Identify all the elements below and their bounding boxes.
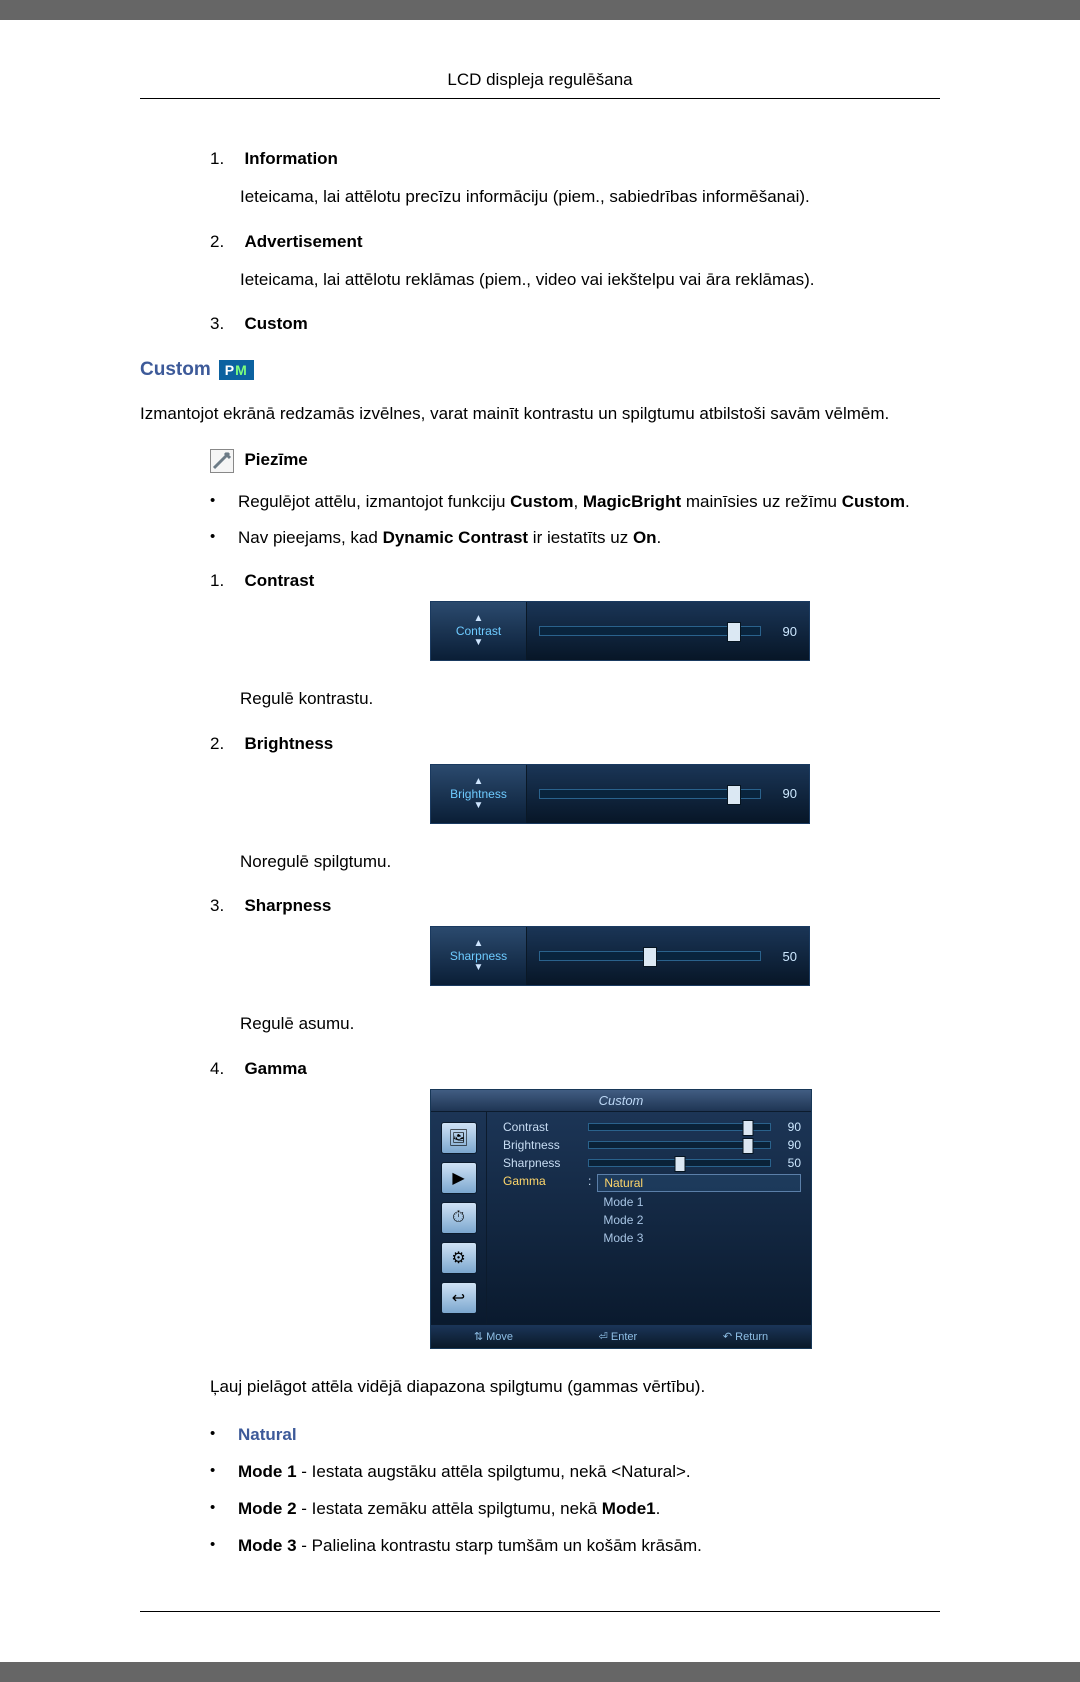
control-row: 2. Brightness ▲ Brightness ▼ 90 Noregulē… — [210, 734, 940, 875]
document-page: LCD displeja regulēšana 1. Information I… — [0, 20, 1080, 1662]
item-desc: Ieteicama, lai attēlotu reklāmas (piem.,… — [240, 267, 940, 293]
list-item: 3. Custom — [210, 314, 940, 334]
gamma-option[interactable]: Mode 2 — [597, 1212, 801, 1228]
osd-label: Sharpness — [450, 949, 507, 963]
item-label: Custom — [244, 314, 307, 333]
picture-icon[interactable]: 🖼 — [441, 1122, 477, 1154]
bullet-item: Natural — [210, 1421, 940, 1450]
control-label: Sharpness — [244, 896, 331, 915]
osd-gamma-menu: Custom 🖼 ▶ ⏱ ⚙ ↩ Contrast 90 Brig — [430, 1089, 812, 1349]
up-arrow-icon: ▲ — [474, 614, 484, 624]
list-item: 2. Advertisement Ieteicama, lai attēlotu… — [210, 232, 940, 293]
bullet-item: Nav pieejams, kad Dynamic Contrast ir ie… — [210, 524, 940, 553]
enter-icon: ⏎ — [599, 1331, 608, 1343]
slider-track[interactable] — [539, 951, 761, 961]
screen-icon[interactable]: ▶ — [441, 1162, 477, 1194]
gamma-option[interactable]: Mode 1 — [597, 1194, 801, 1210]
gamma-select-row: Gamma : Natural Mode 1 Mode 2 Mode 3 — [503, 1174, 801, 1246]
slider-value: 50 — [779, 1156, 801, 1170]
gear-icon[interactable]: ⚙ — [441, 1242, 477, 1274]
gamma-row: Brightness 90 — [503, 1138, 801, 1152]
control-label: Brightness — [244, 734, 333, 753]
slider-thumb[interactable] — [743, 1120, 754, 1136]
gamma-icon-column: 🖼 ▶ ⏱ ⚙ ↩ — [431, 1112, 487, 1324]
item-desc: Ieteicama, lai attēlotu precīzu informāc… — [240, 184, 940, 210]
note-block: Piezīme — [210, 449, 940, 473]
control-desc: Regulē asumu. — [240, 1011, 940, 1037]
item-label: Advertisement — [244, 232, 362, 251]
slider-thumb[interactable] — [727, 785, 741, 805]
control-row-gamma: 4. Gamma Custom 🖼 ▶ ⏱ ⚙ ↩ Contrast 90 — [210, 1059, 940, 1400]
pm-badge-icon: PM — [219, 360, 254, 380]
down-arrow-icon: ▼ — [474, 801, 484, 811]
slider-thumb[interactable] — [743, 1138, 754, 1154]
osd-brightness: ▲ Brightness ▼ 90 — [430, 764, 810, 824]
slider-value: 90 — [773, 624, 797, 639]
osd-sharpness: ▲ Sharpness ▼ 50 — [430, 926, 810, 986]
control-row: 3. Sharpness ▲ Sharpness ▼ 50 Regulē asu… — [210, 896, 940, 1037]
gamma-desc: Ļauj pielāgot attēla vidējā diapazona sp… — [210, 1374, 940, 1400]
slider-track[interactable] — [588, 1141, 771, 1149]
list-item: 1. Information Ieteicama, lai attēlotu p… — [210, 149, 940, 210]
intro-paragraph: Izmantojot ekrānā redzamās izvēlnes, var… — [140, 401, 940, 427]
return-icon: ↶ — [723, 1331, 732, 1343]
control-row: 1. Contrast ▲ Contrast ▼ 90 Regulē kontr… — [210, 571, 940, 712]
slider-value: 50 — [773, 949, 797, 964]
gamma-row: Sharpness 50 — [503, 1156, 801, 1170]
osd-label: Brightness — [450, 787, 507, 801]
slider-track[interactable] — [539, 626, 761, 636]
control-label: Contrast — [244, 571, 314, 590]
updown-icon: ⇅ — [474, 1331, 483, 1343]
slider-thumb[interactable] — [727, 622, 741, 642]
slider-thumb[interactable] — [643, 947, 657, 967]
mode-name: Mode 3 — [238, 1536, 297, 1555]
section-title-text: Custom — [140, 359, 211, 381]
osd-label: Contrast — [456, 624, 501, 638]
bullet-item: Regulējot attēlu, izmantojot funkciju Cu… — [210, 488, 940, 517]
slider-value: 90 — [779, 1138, 801, 1152]
down-arrow-icon: ▼ — [474, 638, 484, 648]
bullet-item: Mode 3 - Palielina kontrastu starp tumšā… — [210, 1532, 940, 1561]
slider-thumb[interactable] — [674, 1156, 685, 1172]
slider-track[interactable] — [588, 1123, 771, 1131]
mode-name: Natural — [238, 1425, 297, 1444]
up-arrow-icon: ▲ — [474, 777, 484, 787]
gamma-row: Contrast 90 — [503, 1120, 801, 1134]
control-desc: Regulē kontrastu. — [240, 686, 940, 712]
slider-track[interactable] — [588, 1159, 771, 1167]
slider-track[interactable] — [539, 789, 761, 799]
section-heading: Custom PM — [140, 359, 940, 381]
up-arrow-icon: ▲ — [474, 939, 484, 949]
item-label: Information — [244, 149, 338, 168]
footer-rule — [140, 1611, 940, 1612]
down-arrow-icon: ▼ — [474, 963, 484, 973]
bullet-item: Mode 2 - Iestata zemāku attēla spilgtumu… — [210, 1495, 940, 1524]
bullet-item: Mode 1 - Iestata augstāku attēla spilgtu… — [210, 1458, 940, 1487]
control-desc: Noregulē spilgtumu. — [240, 849, 940, 875]
exit-icon[interactable]: ↩ — [441, 1282, 477, 1314]
control-label: Gamma — [244, 1059, 306, 1078]
slider-value: 90 — [773, 786, 797, 801]
note-label: Piezīme — [244, 450, 307, 469]
slider-value: 90 — [779, 1120, 801, 1134]
note-icon — [210, 449, 234, 473]
gamma-footer-hints: ⇅ Move ⏎ Enter ↶ Return — [431, 1324, 811, 1348]
mode-name: Mode 2 — [238, 1499, 297, 1518]
note-bullets: Regulējot attēlu, izmantojot funkciju Cu… — [210, 488, 940, 554]
top-list: 1. Information Ieteicama, lai attēlotu p… — [210, 149, 940, 334]
mode-name: Mode 1 — [238, 1462, 297, 1481]
gamma-option[interactable]: Mode 3 — [597, 1230, 801, 1246]
osd-contrast: ▲ Contrast ▼ 90 — [430, 601, 810, 661]
gamma-option[interactable]: Natural — [597, 1174, 801, 1192]
page-title: LCD displeja regulēšana — [140, 70, 940, 99]
gamma-modes-list: Natural Mode 1 - Iestata augstāku attēla… — [210, 1421, 940, 1561]
timer-icon[interactable]: ⏱ — [441, 1202, 477, 1234]
gamma-menu-title: Custom — [431, 1090, 811, 1112]
